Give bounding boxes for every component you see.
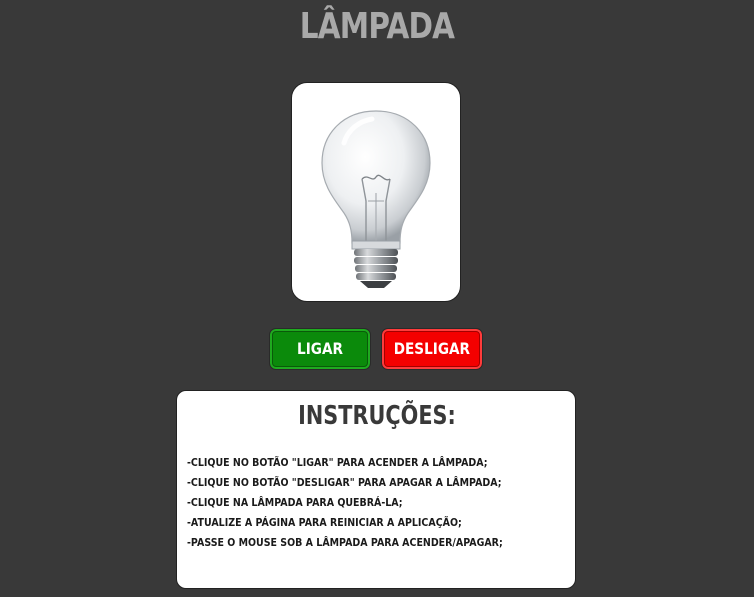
- instructions-panel: INSTRUÇÕES: -CLIQUE NO BOTÃO "LIGAR" PAR…: [176, 390, 576, 589]
- page-title: LÂMPADA: [299, 6, 455, 47]
- instruction-item: -PASSE O MOUSE SOB A LÂMPADA PARA ACENDE…: [187, 536, 503, 549]
- ligar-button[interactable]: LIGAR: [269, 328, 371, 370]
- instruction-item: -CLIQUE NO BOTÃO "DESLIGAR" PARA APAGAR …: [187, 476, 502, 489]
- instruction-item: -CLIQUE NO BOTÃO "LIGAR" PARA ACENDER A …: [187, 456, 488, 469]
- instruction-item: -ATUALIZE A PÁGINA PARA REINICIAR A APLI…: [187, 516, 462, 529]
- ligar-button-label: LIGAR: [297, 339, 343, 358]
- desligar-button[interactable]: DESLIGAR: [381, 328, 483, 370]
- lamp-image-frame[interactable]: [291, 82, 461, 302]
- page: LÂMPADA LIGAR DESLIGAR INSTRUÇÕES: -CLIQ…: [0, 0, 754, 597]
- instructions-list: -CLIQUE NO BOTÃO "LIGAR" PARA ACENDER A …: [187, 453, 554, 553]
- light-bulb-icon: [321, 110, 431, 288]
- instructions-title: INSTRUÇÕES:: [298, 401, 456, 431]
- instruction-item: -CLIQUE NA LÂMPADA PARA QUEBRÁ-LA;: [187, 496, 403, 509]
- desligar-button-label: DESLIGAR: [393, 339, 471, 358]
